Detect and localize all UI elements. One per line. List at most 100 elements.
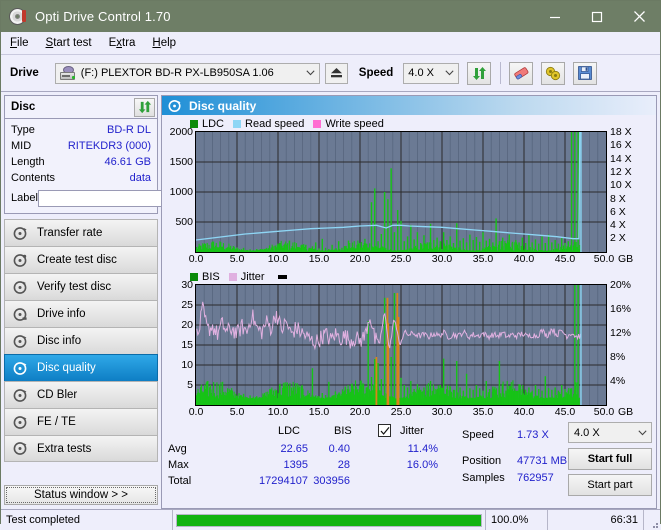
nav-list: Transfer rate Create test disc Verify te… [4,219,158,462]
y2-tick: 4 X [610,219,626,232]
status-window-button[interactable]: Status window > > [4,485,158,505]
sidebar-item-cd-bler[interactable]: CD Bler [4,381,158,408]
disc-panel-title: Disc [11,101,36,113]
status-message: Test completed [1,510,173,530]
x-tick: 10.0 [267,253,289,265]
y-tick: 500 [175,216,193,228]
progress-percent: 100.0% [486,510,548,530]
legend-label-ldc: LDC [202,118,225,130]
legend-marker-icon [277,275,287,279]
status-bar: Test completed 100.0% 66:31 [1,509,660,530]
start-full-button[interactable]: Start full [568,448,652,470]
stats-speed-value: 1.73 X [517,429,549,441]
x-tick: 5.0 [229,406,245,418]
legend-swatch-jitter [228,273,237,281]
y2-tick: 14 X [610,152,632,165]
disc-row-mid: MID RITEKDR3 (000) [11,138,151,154]
x-tick: 50.0 [593,406,615,418]
menu-help[interactable]: Help [152,37,176,49]
y-tick: 2000 [169,126,193,138]
sidebar-item-drive-info[interactable]: Drive info [4,300,158,327]
y2-tick: 8 X [610,192,626,205]
disc-length-value: 46.61 GB [104,156,151,168]
resize-grip-icon[interactable] [644,510,660,530]
drive-select[interactable]: (F:) PLEXTOR BD-R PX-LB950SA 1.06 [54,62,320,84]
stats-col-bis: BIS [334,425,352,437]
sidebar-item-fe-te[interactable]: FE / TE [4,408,158,435]
gear-icon [546,66,561,80]
disc-label-key: Label [11,192,38,204]
disc-mid-value: RITEKDR3 (000) [67,140,151,152]
toolbar-separator [500,62,502,84]
y2-tick: 12% [610,327,632,339]
menu-file[interactable]: File [10,37,29,49]
drive-toolbar: Drive (F:) PLEXTOR BD-R PX-LB950SA 1.06 … [1,55,660,92]
x-tick: 25.0 [390,253,412,265]
disc-row-contents: Contents data [11,170,151,186]
stats-row-max-name: Max [168,459,189,471]
disc-quality-icon [168,99,182,113]
test-speed-select[interactable]: 4.0 X [568,422,652,443]
chevron-down-icon [302,64,319,83]
sidebar-item-disc-quality[interactable]: Disc quality [4,354,158,381]
sidebar-item-label: Create test disc [37,254,117,266]
sidebar-item-label: FE / TE [37,416,76,428]
x-tick: 35.0 [472,253,494,265]
disc-fete-icon [13,415,28,430]
sidebar-item-verify-test-disc[interactable]: Verify test disc [4,273,158,300]
speed-label: Speed [358,67,394,79]
maximize-icon[interactable] [576,1,618,32]
minimize-icon[interactable] [534,1,576,32]
y2-tick: 12 X [610,165,632,178]
sidebar-item-transfer-rate[interactable]: Transfer rate [4,219,158,246]
x-tick: 35.0 [472,406,494,418]
menu-extra[interactable]: Extra [109,37,136,49]
chart-ldc-legend: LDC Read speed Write speed [163,117,655,131]
y-tick: 5 [187,379,193,391]
stats-max-jitter: 16.0% [406,459,438,471]
stats-position-label: Position [462,455,502,467]
sidebar-item-label: Extra tests [37,442,92,455]
x-tick: 25.0 [390,406,412,418]
refresh-button[interactable] [467,61,492,85]
stats-max-ldc: 1395 [283,459,308,471]
y-tick: 1500 [169,156,193,168]
title-bar: Opti Drive Control 1.70 [1,1,660,32]
chart-bis-legend: BIS Jitter [163,270,655,284]
sidebar-item-label: Disc info [37,335,82,347]
legend-label-write-speed: Write speed [325,118,384,130]
menu-extra-label: tra [122,37,136,49]
stats-col-ldc: LDC [278,425,301,437]
y2-tick: 16% [610,303,632,315]
disc-type-key: Type [11,124,35,136]
eraser-icon [514,66,529,79]
sidebar-item-disc-info[interactable]: Disc info [4,327,158,354]
legend-swatch-write-speed [313,120,322,128]
close-icon[interactable] [618,1,660,32]
menu-start-test[interactable]: Start test [46,37,92,49]
speed-select[interactable]: 4.0 X [403,62,460,84]
eject-button[interactable] [324,62,348,84]
x-tick: 30.0 [431,253,453,265]
disc-bler-icon [13,388,28,403]
disc-refresh-button[interactable] [134,97,155,117]
drive-select-value: (F:) PLEXTOR BD-R PX-LB950SA 1.06 [80,67,274,79]
progress-track [176,513,482,527]
menu-bar: File Start test Extra Help [1,32,660,55]
start-part-button[interactable]: Start part [568,474,652,496]
check-icon [380,427,390,435]
save-button[interactable] [573,61,598,85]
x-tick: 20.0 [349,406,371,418]
disc-row-length: Length 46.61 GB [11,154,151,170]
refresh-icon [472,66,486,80]
y-tick: 25 [181,299,193,311]
chart-bis: BIS Jitter 30 25 20 15 10 5 20% 16% 12% … [162,267,656,420]
disc-burn-icon [13,253,28,268]
settings-button[interactable] [541,61,566,85]
erase-button[interactable] [509,61,534,85]
jitter-checkbox[interactable] [378,424,391,437]
sidebar-item-extra-tests[interactable]: Extra tests [4,435,158,462]
sidebar-item-create-test-disc[interactable]: Create test disc [4,246,158,273]
test-speed-value: 4.0 X [574,426,600,439]
stats-samples-value: 762957 [517,472,554,484]
